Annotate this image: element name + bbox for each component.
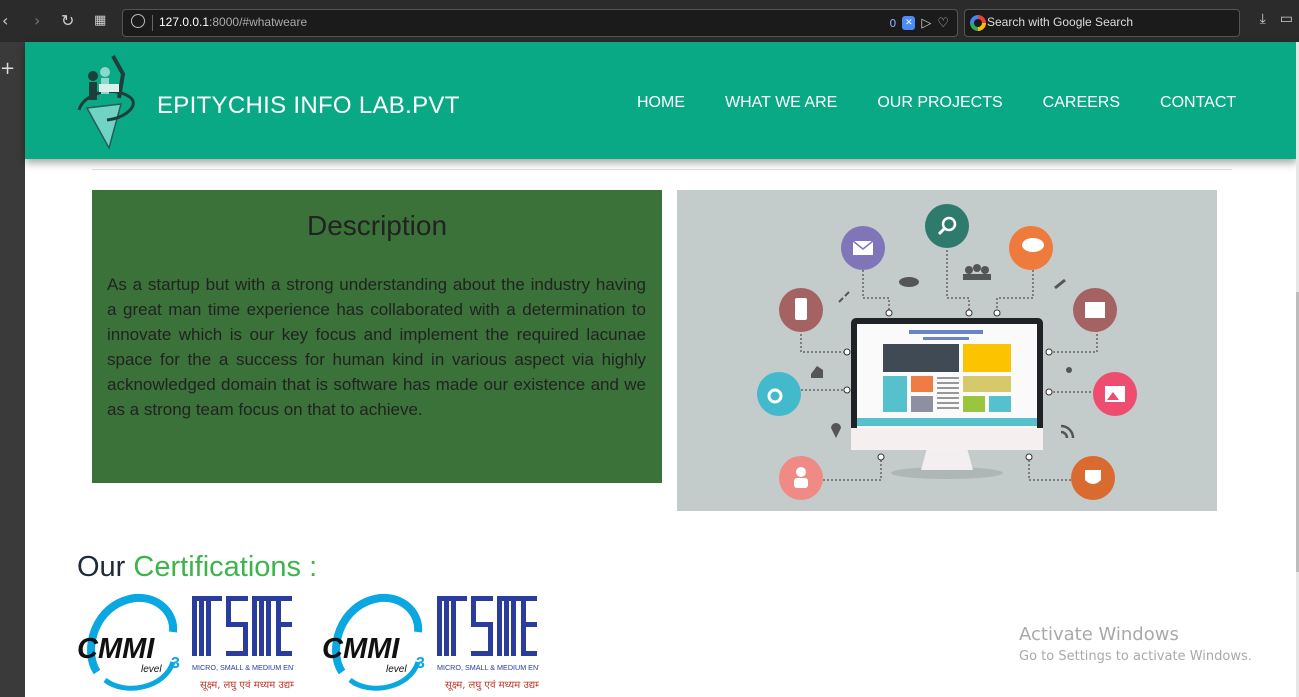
cmmi-level-label: level bbox=[141, 664, 162, 675]
url-path: :8000/#whatweare bbox=[209, 15, 308, 29]
reload-icon[interactable]: ↻ bbox=[61, 9, 74, 33]
certifications-heading-prefix: Our bbox=[77, 551, 126, 583]
nav-home[interactable]: HOME bbox=[637, 94, 685, 112]
nav-our-projects[interactable]: OUR PROJECTS bbox=[877, 94, 1002, 112]
nav-contact[interactable]: CONTACT bbox=[1160, 94, 1236, 112]
msme-hindi-caption: सूक्ष्म, लघु एवं मध्यम उद्यम bbox=[200, 679, 294, 691]
cmmi-logo: CMMI level 3 bbox=[322, 593, 425, 691]
certifications-heading-highlight: Certifications : bbox=[133, 551, 318, 583]
address-bar-actions: 0 ✕ ▷ ♡ bbox=[889, 14, 949, 32]
certifications-heading: Our Certifications : bbox=[77, 551, 317, 584]
brand-name[interactable]: EPITYCHIS INFO LAB.PVT bbox=[157, 92, 460, 120]
shield-count: 0 bbox=[889, 16, 897, 30]
shield-icon[interactable]: ✕ bbox=[902, 16, 916, 30]
activate-windows-title: Activate Windows bbox=[1019, 624, 1179, 645]
cmmi-level-number: 3 bbox=[416, 655, 425, 672]
browser-toolbar: ‹ › ↻ ▦ 127.0.0.1:8000/#whatweare 0 ✕ ▷ … bbox=[0, 0, 1299, 42]
side-panel: + bbox=[0, 42, 25, 697]
battery-icon[interactable]: ▭ bbox=[1280, 11, 1293, 27]
cmmi-level-number: 3 bbox=[171, 655, 180, 672]
activate-windows-subtitle: Go to Settings to activate Windows. bbox=[1019, 649, 1252, 664]
address-bar[interactable]: 127.0.0.1:8000/#whatweare 0 ✕ ▷ ♡ bbox=[122, 9, 958, 37]
heart-icon[interactable]: ♡ bbox=[937, 16, 949, 31]
cmmi-logo: CMMI level 3 bbox=[77, 593, 180, 691]
main-nav: HOME WHAT WE ARE OUR PROJECTS CAREERS CO… bbox=[637, 94, 1236, 112]
site-header: EPITYCHIS INFO LAB.PVT HOME WHAT WE ARE … bbox=[25, 42, 1297, 159]
send-icon[interactable]: ▷ bbox=[921, 16, 931, 31]
search-placeholder: Search with Google Search bbox=[987, 15, 1134, 29]
msme-caption: MICRO, SMALL & MEDIUM ENTERPRISES bbox=[192, 663, 294, 672]
nav-careers[interactable]: CAREERS bbox=[1043, 94, 1120, 112]
cmmi-logo-text: CMMI bbox=[322, 633, 400, 665]
google-icon bbox=[970, 15, 986, 31]
section-divider bbox=[92, 169, 1232, 170]
add-panel-icon[interactable]: + bbox=[0, 58, 15, 79]
msme-hindi-caption: सूक्ष्म, लघु एवं मध्यम उद्यम bbox=[445, 679, 539, 691]
search-box[interactable]: Search with Google Search bbox=[964, 9, 1240, 37]
globe-icon bbox=[131, 14, 145, 28]
back-icon[interactable]: ‹ bbox=[2, 9, 8, 33]
tabs-grid-icon[interactable]: ▦ bbox=[94, 9, 106, 33]
nav-what-we-are[interactable]: WHAT WE ARE bbox=[725, 94, 837, 112]
toolbar-right-icons: ⤓ ▭ bbox=[1260, 11, 1293, 27]
msme-logo: MICRO, SMALL & MEDIUM ENTERPRISES सूक्ष्… bbox=[192, 596, 294, 691]
company-logo-icon bbox=[77, 55, 135, 150]
tech-illustration bbox=[677, 190, 1217, 511]
download-icon[interactable]: ⤓ bbox=[1260, 11, 1266, 27]
cmmi-logo-text: CMMI bbox=[77, 633, 155, 665]
divider bbox=[152, 15, 153, 31]
msme-logo: MICRO, SMALL & MEDIUM ENTERPRISES सूक्ष्… bbox=[437, 596, 539, 691]
description-box: Description As a startup but with a stro… bbox=[92, 190, 662, 483]
cmmi-level-label: level bbox=[386, 664, 407, 675]
description-title: Description bbox=[306, 210, 448, 241]
url-host: 127.0.0.1 bbox=[159, 15, 210, 29]
forward-icon[interactable]: › bbox=[34, 9, 40, 33]
url-text[interactable]: 127.0.0.1:8000/#whatweare bbox=[159, 15, 307, 29]
description-text: As a startup but with a strong understan… bbox=[107, 275, 646, 419]
msme-caption: MICRO, SMALL & MEDIUM ENTERPRISES bbox=[437, 663, 539, 672]
